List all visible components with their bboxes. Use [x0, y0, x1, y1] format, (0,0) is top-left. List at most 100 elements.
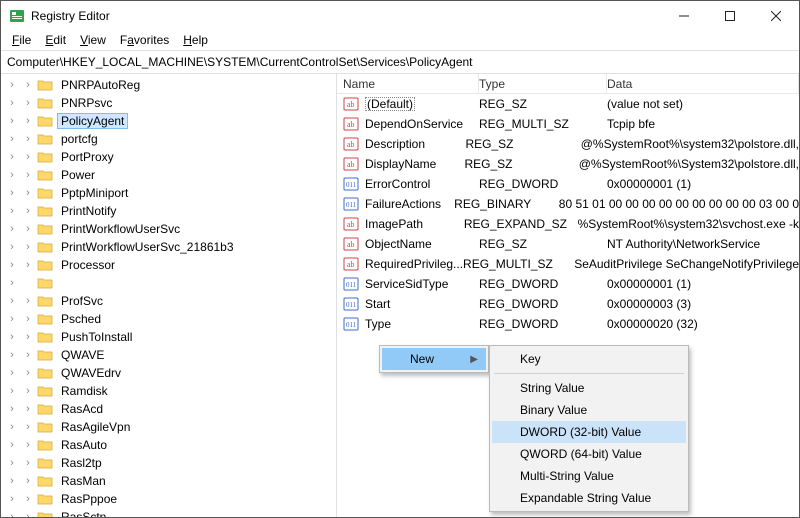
tree-item[interactable]: ››ProfSvc: [1, 292, 336, 310]
value-row[interactable]: abObjectNameREG_SZNT Authority\NetworkSe…: [337, 234, 799, 254]
close-button[interactable]: [753, 1, 799, 31]
tree-toggle-icon[interactable]: ›: [5, 511, 19, 517]
tree-item[interactable]: ››RasAcd: [1, 400, 336, 418]
tree-item[interactable]: ››Rasl2tp: [1, 454, 336, 472]
tree-item[interactable]: ››QWAVEdrv: [1, 364, 336, 382]
tree-toggle-icon[interactable]: ›: [21, 259, 35, 271]
value-row[interactable]: abImagePathREG_EXPAND_SZ%SystemRoot%\sys…: [337, 214, 799, 234]
tree-toggle-icon[interactable]: ›: [5, 457, 19, 469]
tree-toggle-icon[interactable]: ›: [21, 115, 35, 127]
tree-toggle-icon[interactable]: ›: [5, 79, 19, 91]
tree-toggle-icon[interactable]: ›: [5, 97, 19, 109]
tree-toggle-icon[interactable]: ›: [21, 403, 35, 415]
tree-toggle-icon[interactable]: ›: [21, 223, 35, 235]
context-item[interactable]: Expandable String Value: [492, 487, 686, 509]
context-item-new[interactable]: New ▶: [382, 348, 486, 370]
context-item[interactable]: Key: [492, 348, 686, 370]
tree-toggle-icon[interactable]: ›: [21, 493, 35, 505]
menu-edit[interactable]: Edit: [38, 32, 73, 49]
context-item[interactable]: String Value: [492, 377, 686, 399]
minimize-button[interactable]: [661, 1, 707, 31]
tree-toggle-icon[interactable]: ›: [21, 151, 35, 163]
tree-toggle-icon[interactable]: ›: [5, 295, 19, 307]
tree-toggle-icon[interactable]: ›: [5, 367, 19, 379]
tree-toggle-icon[interactable]: ›: [5, 133, 19, 145]
tree-toggle-icon[interactable]: ›: [5, 115, 19, 127]
tree-toggle-icon[interactable]: ›: [21, 457, 35, 469]
tree-item[interactable]: ››RasAuto: [1, 436, 336, 454]
menu-favorites[interactable]: Favorites: [113, 32, 176, 49]
context-item[interactable]: DWORD (32-bit) Value: [492, 421, 686, 443]
tree-toggle-icon[interactable]: ›: [5, 169, 19, 181]
tree-toggle-icon[interactable]: ›: [5, 187, 19, 199]
value-row[interactable]: 011FailureActionsREG_BINARY80 51 01 00 0…: [337, 194, 799, 214]
tree-toggle-icon[interactable]: ›: [5, 349, 19, 361]
value-row[interactable]: abDependOnServiceREG_MULTI_SZTcpip bfe: [337, 114, 799, 134]
tree-toggle-icon[interactable]: ›: [21, 511, 35, 517]
tree-toggle-icon[interactable]: ›: [5, 439, 19, 451]
values-pane[interactable]: Name Type Data ab(Default)REG_SZ(value n…: [337, 74, 799, 517]
tree-item[interactable]: ››PNRPsvc: [1, 94, 336, 112]
tree-item[interactable]: ››PushToInstall: [1, 328, 336, 346]
tree-item[interactable]: ››RasMan: [1, 472, 336, 490]
context-item[interactable]: Multi-String Value: [492, 465, 686, 487]
tree-toggle-icon[interactable]: ›: [5, 385, 19, 397]
tree-toggle-icon[interactable]: ›: [5, 475, 19, 487]
tree-toggle-icon[interactable]: ›: [5, 331, 19, 343]
value-row[interactable]: 011ErrorControlREG_DWORD0x00000001 (1): [337, 174, 799, 194]
tree-toggle-icon[interactable]: ›: [21, 349, 35, 361]
col-data-header[interactable]: Data: [607, 74, 799, 93]
tree-item[interactable]: ››Psched: [1, 310, 336, 328]
col-name-header[interactable]: Name: [337, 74, 479, 93]
tree-toggle-icon[interactable]: ›: [21, 367, 35, 379]
tree-toggle-icon[interactable]: ›: [21, 97, 35, 109]
tree-toggle-icon[interactable]: ›: [21, 295, 35, 307]
tree-toggle-icon[interactable]: ›: [21, 133, 35, 145]
menu-file[interactable]: File: [5, 32, 38, 49]
tree-toggle-icon[interactable]: ›: [5, 493, 19, 505]
tree-toggle-icon[interactable]: ›: [5, 403, 19, 415]
tree-toggle-icon[interactable]: ›: [5, 241, 19, 253]
value-row[interactable]: 011StartREG_DWORD0x00000003 (3): [337, 294, 799, 314]
context-item[interactable]: QWORD (64-bit) Value: [492, 443, 686, 465]
value-row[interactable]: abDisplayNameREG_SZ@%SystemRoot%\System3…: [337, 154, 799, 174]
value-row[interactable]: abRequiredPrivileg...REG_MULTI_SZSeAudit…: [337, 254, 799, 274]
tree-toggle-icon[interactable]: ›: [21, 331, 35, 343]
tree-item[interactable]: ››Processor: [1, 256, 336, 274]
tree-toggle-icon[interactable]: ›: [21, 475, 35, 487]
tree-toggle-icon[interactable]: ›: [5, 151, 19, 163]
tree-item[interactable]: ››PortProxy: [1, 148, 336, 166]
addressbar[interactable]: Computer\HKEY_LOCAL_MACHINE\SYSTEM\Curre…: [1, 50, 799, 74]
tree-toggle-icon[interactable]: ›: [21, 421, 35, 433]
tree-item[interactable]: ››PrintWorkflowUserSvc_21861b3: [1, 238, 336, 256]
tree-item[interactable]: ››PNRPAutoReg: [1, 76, 336, 94]
tree-item[interactable]: ›: [1, 274, 336, 292]
tree-item[interactable]: ››PrintWorkflowUserSvc: [1, 220, 336, 238]
context-item[interactable]: Binary Value: [492, 399, 686, 421]
tree-item[interactable]: ››PptpMiniport: [1, 184, 336, 202]
tree-toggle-icon[interactable]: ›: [5, 223, 19, 235]
maximize-button[interactable]: [707, 1, 753, 31]
tree-toggle-icon[interactable]: ›: [21, 187, 35, 199]
tree-pane[interactable]: ››PNRPAutoReg››PNRPsvc››PolicyAgent››por…: [1, 74, 337, 517]
tree-item[interactable]: ››portcfg: [1, 130, 336, 148]
tree-item[interactable]: ››Power: [1, 166, 336, 184]
tree-toggle-icon[interactable]: ›: [21, 385, 35, 397]
tree-toggle-icon[interactable]: ›: [21, 439, 35, 451]
tree-toggle-icon[interactable]: ›: [5, 421, 19, 433]
tree-item[interactable]: ››QWAVE: [1, 346, 336, 364]
tree-toggle-icon[interactable]: ›: [5, 259, 19, 271]
value-row[interactable]: 011ServiceSidTypeREG_DWORD0x00000001 (1): [337, 274, 799, 294]
tree-toggle-icon[interactable]: ›: [21, 205, 35, 217]
tree-item[interactable]: ››PolicyAgent: [1, 112, 336, 130]
tree-item[interactable]: ››RasSctn: [1, 508, 336, 517]
col-type-header[interactable]: Type: [479, 74, 607, 93]
value-row[interactable]: abDescriptionREG_SZ@%SystemRoot%\system3…: [337, 134, 799, 154]
menu-view[interactable]: View: [73, 32, 113, 49]
value-row[interactable]: 011TypeREG_DWORD0x00000020 (32): [337, 314, 799, 334]
tree-item[interactable]: ››RasAgileVpn: [1, 418, 336, 436]
tree-item[interactable]: ››Ramdisk: [1, 382, 336, 400]
tree-toggle-icon[interactable]: ›: [5, 205, 19, 217]
value-row[interactable]: ab(Default)REG_SZ(value not set): [337, 94, 799, 114]
tree-item[interactable]: ››RasPppoe: [1, 490, 336, 508]
